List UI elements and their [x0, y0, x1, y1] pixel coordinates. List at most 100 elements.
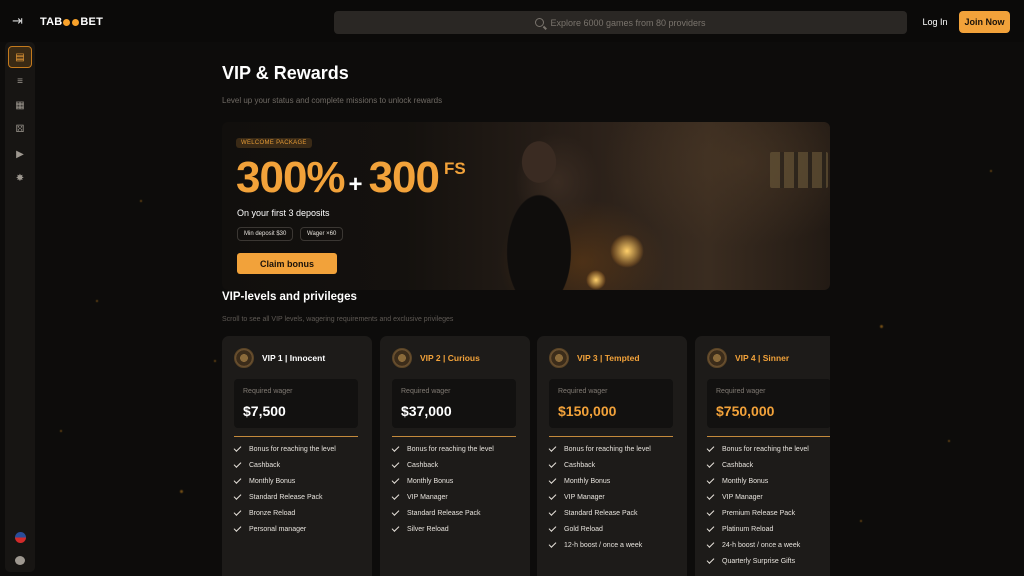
wager-label: Required wager — [558, 388, 608, 395]
vip-medal-icon — [707, 348, 727, 368]
check-icon — [233, 491, 242, 500]
min-deposit-chip: Min deposit $30 — [237, 227, 294, 241]
perk-item: Bonus for reaching the level — [548, 443, 651, 453]
perk-item: Personal manager — [233, 523, 306, 533]
perk-item: VIP Manager — [391, 491, 448, 501]
vip-card-2: VIP 2 | Curious Required wager $37,000 B… — [380, 336, 530, 576]
check-icon — [391, 443, 400, 452]
search-icon — [535, 18, 545, 27]
vip-cards-carousel[interactable]: VIP 1 | Innocent Required wager $7,500 B… — [222, 336, 830, 576]
vip-card-1: VIP 1 | Innocent Required wager $7,500 B… — [222, 336, 372, 576]
divider — [234, 436, 358, 437]
vip-medal-icon — [549, 348, 569, 368]
join-now-button[interactable]: Join Now — [959, 11, 1010, 33]
welcome-badge: WELCOME PACKAGE — [236, 138, 312, 148]
divider — [549, 436, 673, 437]
bonus-headline: 300% + 300 FS — [236, 153, 466, 203]
gift-icon[interactable]: ▤ — [8, 46, 32, 68]
check-icon — [548, 507, 557, 516]
vip-card-title: VIP 2 | Curious — [420, 353, 480, 363]
sidebar: ▤ ≡ ▦ ⚄ ▶ ✸ — [5, 42, 35, 572]
vip-card-3: VIP 3 | Tempted Required wager $150,000 … — [537, 336, 687, 576]
sports-icon[interactable]: ✸ — [8, 167, 32, 189]
language-flag-icon[interactable] — [8, 526, 32, 548]
casino-icon[interactable]: ▦ — [8, 94, 32, 116]
perk-item: Standard Release Pack — [548, 507, 638, 517]
login-button[interactable]: Log In — [914, 11, 956, 33]
vip-section-subtitle: Scroll to see all VIP levels, wagering r… — [222, 316, 454, 323]
bonus-plus: + — [348, 171, 363, 198]
banner-slot-machines — [770, 152, 828, 188]
perk-item: Standard Release Pack — [233, 491, 323, 501]
banner-woman-image — [484, 122, 594, 290]
wager-value: $150,000 — [558, 403, 617, 419]
check-icon — [706, 491, 715, 500]
perk-item: Cashback — [706, 459, 753, 469]
vip-card-title: VIP 4 | Sinner — [735, 353, 790, 363]
check-icon — [548, 539, 557, 548]
perk-item: Bonus for reaching the level — [233, 443, 336, 453]
check-icon — [233, 507, 242, 516]
check-icon — [548, 491, 557, 500]
banner-glow — [610, 234, 644, 268]
claim-bonus-button[interactable]: Claim bonus — [237, 253, 337, 274]
check-icon — [391, 475, 400, 484]
check-icon — [548, 475, 557, 484]
perk-item: Bonus for reaching the level — [706, 443, 809, 453]
vip-section-title: VIP-levels and privileges — [222, 291, 357, 303]
top-bar: ⇥ TAB BET Explore 6000 games from 80 pro… — [0, 0, 1024, 42]
perk-item: Bonus for reaching the level — [391, 443, 494, 453]
banner-glow — [586, 270, 606, 290]
wager-label: Required wager — [243, 388, 293, 395]
check-icon — [391, 507, 400, 516]
free-spins-label: FS — [443, 159, 466, 178]
chat-icon[interactable] — [8, 549, 32, 571]
wager-box: Required wager $37,000 — [392, 379, 516, 428]
vip-medal-icon — [392, 348, 412, 368]
perk-item: Monthly Bonus — [548, 475, 610, 485]
check-icon — [233, 523, 242, 532]
perk-item: Bronze Reload — [233, 507, 295, 517]
perk-item: Quarterly Surprise Gifts — [706, 555, 795, 565]
wager-label: Required wager — [401, 388, 451, 395]
logo[interactable]: TAB BET — [40, 16, 103, 28]
wager-value: $7,500 — [243, 403, 286, 419]
perk-item: Cashback — [233, 459, 280, 469]
perk-item: Cashback — [548, 459, 595, 469]
check-icon — [548, 523, 557, 532]
promotions-icon[interactable]: ≡ — [8, 70, 32, 92]
vip-medal-icon — [234, 348, 254, 368]
check-icon — [391, 459, 400, 468]
perk-item: Standard Release Pack — [391, 507, 481, 517]
live-icon[interactable]: ▶ — [8, 143, 32, 165]
check-icon — [391, 491, 400, 500]
check-icon — [233, 459, 242, 468]
perk-item: Monthly Bonus — [706, 475, 768, 485]
wager-box: Required wager $150,000 — [549, 379, 673, 428]
divider — [392, 436, 516, 437]
logo-text-left: TAB — [40, 16, 63, 28]
check-icon — [706, 459, 715, 468]
logo-dot-icon — [72, 18, 80, 26]
search-input[interactable]: Explore 6000 games from 80 providers — [334, 11, 907, 34]
free-spins-amount: 300 — [368, 153, 440, 202]
perk-item: VIP Manager — [548, 491, 605, 501]
perk-item: Cashback — [391, 459, 438, 469]
check-icon — [706, 555, 715, 564]
wager-label: Required wager — [716, 388, 766, 395]
bonus-percent: 300% — [236, 153, 346, 202]
vip-card-title: VIP 1 | Innocent — [262, 353, 326, 363]
perk-item: Monthly Bonus — [391, 475, 453, 485]
check-icon — [233, 443, 242, 452]
logo-dot-icon — [63, 18, 71, 26]
perk-item: Silver Reload — [391, 523, 449, 533]
wager-box: Required wager $750,000 — [707, 379, 830, 428]
perk-item: Monthly Bonus — [233, 475, 295, 485]
sidebar-toggle-icon[interactable]: ⇥ — [12, 14, 28, 28]
divider — [707, 436, 830, 437]
check-icon — [548, 443, 557, 452]
search-placeholder: Explore 6000 games from 80 providers — [550, 17, 706, 28]
dice-icon[interactable]: ⚄ — [8, 118, 32, 140]
wager-box: Required wager $7,500 — [234, 379, 358, 428]
logo-text-right: BET — [80, 16, 103, 28]
